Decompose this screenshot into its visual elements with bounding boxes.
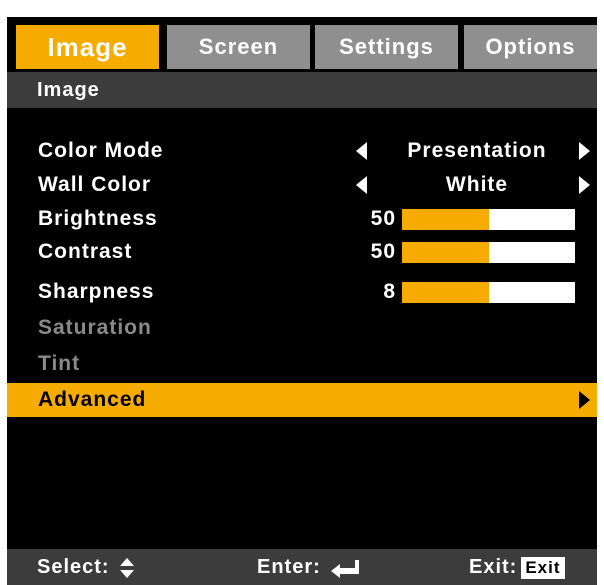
brightness-slider-fill (402, 209, 489, 230)
left-arrow-icon[interactable] (356, 176, 367, 194)
brightness-label: Brightness (38, 207, 158, 230)
enter-hint-label: Enter: (257, 556, 321, 578)
exit-key-badge: Exit (521, 556, 565, 579)
sharpness-slider-fill (402, 282, 489, 303)
menu-row-contrast[interactable]: Contrast 50 (7, 235, 597, 269)
right-arrow-icon[interactable] (579, 142, 590, 160)
menu-row-saturation: Saturation (7, 311, 597, 345)
enter-hint: Enter: (257, 549, 361, 585)
tab-options[interactable]: Options (464, 25, 597, 69)
menu-row-sharpness[interactable]: Sharpness 8 (7, 275, 597, 309)
wall-color-value: White (445, 173, 509, 196)
contrast-slider[interactable] (402, 242, 575, 263)
tab-screen[interactable]: Screen (167, 25, 310, 69)
exit-hint: Exit: Exit (469, 549, 565, 585)
up-down-arrows-icon (120, 557, 135, 578)
menu-row-brightness[interactable]: Brightness 50 (7, 202, 597, 236)
brightness-value: 50 (370, 207, 396, 230)
enter-return-icon (331, 558, 361, 578)
osd-menu: Image Screen Settings Options Image Colo… (7, 17, 597, 585)
tab-bar: Image Screen Settings Options (7, 17, 597, 69)
color-mode-label: Color Mode (38, 139, 164, 162)
wall-color-label: Wall Color (38, 173, 152, 196)
menu-row-color-mode[interactable]: Color Mode Presentation (7, 134, 597, 168)
color-mode-value: Presentation (407, 139, 547, 162)
advanced-label: Advanced (38, 388, 147, 411)
tab-image[interactable]: Image (16, 25, 159, 69)
section-title: Image (7, 72, 597, 108)
sharpness-slider[interactable] (402, 282, 575, 303)
menu-row-tint: Tint (7, 347, 597, 381)
select-hint-label: Select: (37, 556, 110, 578)
right-arrow-icon[interactable] (579, 391, 590, 409)
brightness-slider[interactable] (402, 209, 575, 230)
tab-settings[interactable]: Settings (315, 25, 458, 69)
menu-row-wall-color[interactable]: Wall Color White (7, 168, 597, 202)
contrast-slider-fill (402, 242, 489, 263)
contrast-label: Contrast (38, 240, 133, 263)
sharpness-value: 8 (383, 280, 396, 303)
select-hint: Select: (37, 549, 135, 585)
contrast-value: 50 (370, 240, 396, 263)
exit-hint-label: Exit: (469, 556, 518, 578)
footer-hint-bar: Select: Enter: Exit: Exit (7, 549, 597, 585)
right-arrow-icon[interactable] (579, 176, 590, 194)
sharpness-label: Sharpness (38, 280, 155, 303)
tint-label: Tint (38, 352, 81, 375)
menu-row-advanced[interactable]: Advanced (7, 383, 597, 417)
left-arrow-icon[interactable] (356, 142, 367, 160)
saturation-label: Saturation (38, 316, 152, 339)
